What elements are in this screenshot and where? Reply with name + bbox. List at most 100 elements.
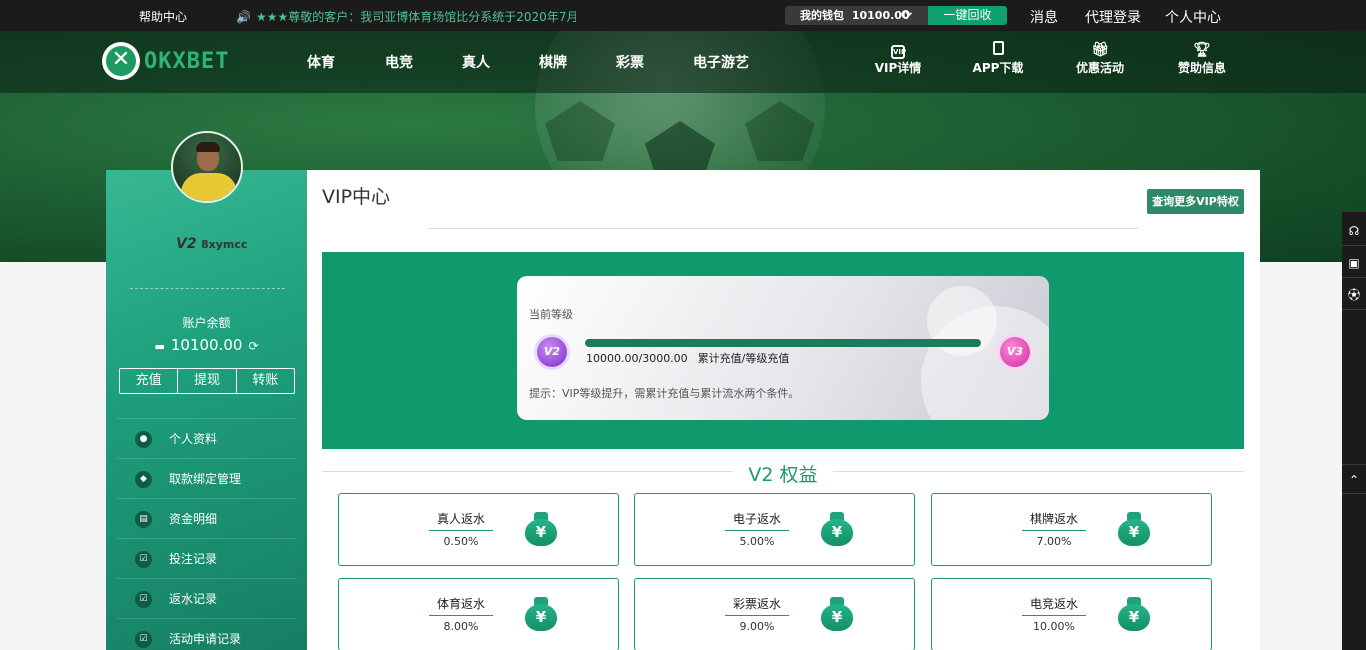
username: 8xymcc (201, 238, 248, 251)
nav-vip-details-label: VIP详情 (874, 61, 922, 75)
vip-level-text: V2 (176, 236, 197, 252)
phone-icon (958, 41, 1038, 59)
next-level-badge: V3 (1000, 337, 1030, 367)
activity-record-icon: ☑ (135, 631, 152, 648)
balance-amount: 10100.00 (170, 336, 243, 354)
title-divider (428, 228, 1138, 229)
ledger-icon: ▤ (135, 511, 152, 528)
rebate-card-lottery: 彩票返水 9.00% ¥ (634, 578, 915, 650)
level-progress-fill (585, 339, 981, 347)
wallet-label: 我的钱包 (800, 9, 844, 22)
logo-mark-icon (102, 42, 140, 80)
menu-item-withdraw-binding[interactable]: ◆ 取款绑定管理 (117, 458, 297, 498)
progress-text: 10000.00/3000.00 累计充值/等级充值 (586, 350, 789, 366)
rebate-name: 彩票返水 (732, 597, 781, 611)
balance-display: ▬ 10100.00 ⟳ (106, 336, 307, 354)
nav-live-casino[interactable]: 真人 (462, 52, 490, 72)
progress-value: 10000.00/3000.00 (586, 352, 688, 365)
shield-icon: ◆ (135, 471, 152, 488)
fund-actions: 充值 提现 转账 (119, 368, 295, 394)
money-bag-icon: ¥ (821, 597, 853, 631)
nav-promotions[interactable]: 🎁︎ 优惠活动 (1060, 41, 1140, 76)
speaker-icon: 🔊 (236, 10, 251, 24)
bet-record-icon: ☑ (135, 551, 152, 568)
rebate-value: 0.50% (443, 535, 479, 548)
avatar[interactable] (171, 131, 243, 203)
progress-caption: 累计充值/等级充值 (697, 352, 790, 365)
football-icon[interactable]: ⚽︎ (1342, 280, 1366, 310)
wallet-icon[interactable]: ▣ (1342, 248, 1366, 278)
menu-item-label: 投注记录 (169, 552, 218, 566)
agent-login-link[interactable]: 代理登录 (1085, 7, 1141, 27)
rebate-value: 7.00% (1036, 535, 1072, 548)
rebate-card-slots: 电子返水 5.00% ¥ (634, 493, 915, 566)
deposit-button[interactable]: 充值 (120, 369, 179, 393)
menu-item-personal-info[interactable]: ● 个人资料 (117, 418, 297, 458)
rebate-name: 体育返水 (436, 597, 485, 611)
money-bag-icon: ¥ (821, 512, 853, 546)
rebate-name: 电子返水 (732, 512, 781, 526)
rebate-record-icon: ☑ (135, 591, 152, 608)
nav-vip-details[interactable]: VIP VIP详情 (858, 41, 938, 76)
withdraw-button[interactable]: 提现 (178, 369, 237, 393)
nav-app-download-label: APP下载 (972, 61, 1024, 75)
customer-service-icon[interactable]: ☊ (1342, 216, 1366, 246)
menu-item-rebate-records[interactable]: ☑ 返水记录 (117, 578, 297, 618)
side-rail: ☊ ▣ ⚽︎ ⌃ (1342, 212, 1366, 650)
page-title: VIP中心 (322, 186, 391, 208)
logo-text: OKXBET (144, 49, 230, 74)
nav-sponsorship[interactable]: 🏆︎ 赞助信息 (1162, 41, 1242, 76)
money-bag-icon: ¥ (1118, 512, 1150, 546)
rebate-value: 8.00% (443, 620, 479, 633)
logo[interactable]: OKXBET (102, 42, 262, 80)
profile-menu: ● 个人资料 ◆ 取款绑定管理 ▤ 资金明细 ☑ 投注记录 ☑ 返水记录 ☑ 活动申请记录 (117, 418, 297, 650)
help-center-link[interactable]: 帮助中心 (139, 8, 187, 25)
rebate-card-live: 真人返水 0.50% ¥ (338, 493, 619, 566)
menu-item-label: 取款绑定管理 (169, 472, 242, 486)
level-progress-bar (585, 339, 981, 347)
refresh-icon[interactable]: ⟳ (901, 6, 912, 25)
personal-center-link[interactable]: 个人中心 (1165, 7, 1221, 27)
nav-esports[interactable]: 电竞 (385, 52, 413, 72)
rebate-value: 5.00% (739, 535, 775, 548)
rebate-card-chess: 棋牌返水 7.00% ¥ (931, 493, 1212, 566)
balance-label: 账户余额 (182, 316, 231, 330)
menu-item-fund-details[interactable]: ▤ 资金明细 (117, 498, 297, 538)
rebate-card-esports: 电竞返水 10.00% ¥ (931, 578, 1212, 650)
divider (130, 288, 285, 289)
vip-icon: VIP (858, 41, 938, 59)
messages-link[interactable]: 消息 (1030, 7, 1058, 27)
notice-text: ★★★尊敬的客户：我司亚博体育场馆比分系统于2020年7月7日（ (256, 10, 576, 24)
more-vip-privileges-button[interactable]: 查询更多VIP特权 (1147, 189, 1244, 214)
menu-item-label: 活动申请记录 (169, 632, 242, 646)
trophy-icon: 🏆︎ (1193, 42, 1211, 58)
refresh-balance-icon[interactable]: ⟳ (248, 339, 258, 353)
nav-slots[interactable]: 电子游艺 (693, 52, 749, 72)
user-icon: ● (135, 431, 152, 448)
money-bag-icon: ¥ (1118, 597, 1150, 631)
back-to-top-icon[interactable]: ⌃ (1342, 464, 1366, 494)
rebate-value: 10.00% (1033, 620, 1075, 633)
nav-chess-cards[interactable]: 棋牌 (539, 52, 567, 72)
menu-item-label: 资金明细 (169, 512, 218, 526)
rights-title: V2 权益 (733, 460, 833, 487)
current-level-label: 当前等级 (529, 308, 573, 321)
top-bar: 帮助中心 🔊 ★★★尊敬的客户：我司亚博体育场馆比分系统于2020年7月7日（ 我… (0, 0, 1366, 31)
money-bag-icon: ¥ (525, 512, 557, 546)
wallet-small-icon: ▬ (154, 340, 165, 353)
nav-app-download[interactable]: APP下载 (958, 41, 1038, 76)
money-bag-icon: ¥ (525, 597, 557, 631)
upgrade-tip: 提示：VIP等级提升，需累计充值与累计流水两个条件。 (529, 387, 800, 400)
transfer-button[interactable]: 转账 (237, 369, 294, 393)
gift-icon: 🎁︎ (1091, 42, 1109, 58)
menu-item-bet-records[interactable]: ☑ 投注记录 (117, 538, 297, 578)
one-click-recover-button[interactable]: 一键回收 (928, 6, 1007, 25)
menu-item-activity-records[interactable]: ☑ 活动申请记录 (117, 618, 297, 650)
rebate-name: 棋牌返水 (1029, 512, 1078, 526)
notice-marquee[interactable]: 🔊 ★★★尊敬的客户：我司亚博体育场馆比分系统于2020年7月7日（ (236, 8, 576, 25)
nav-sports[interactable]: 体育 (307, 52, 335, 72)
nav-lottery[interactable]: 彩票 (616, 52, 644, 72)
menu-item-label: 返水记录 (169, 592, 218, 606)
current-level-badge: V2 (537, 337, 567, 367)
wallet-display: 我的钱包 10100.00 ⟳ (785, 6, 928, 25)
